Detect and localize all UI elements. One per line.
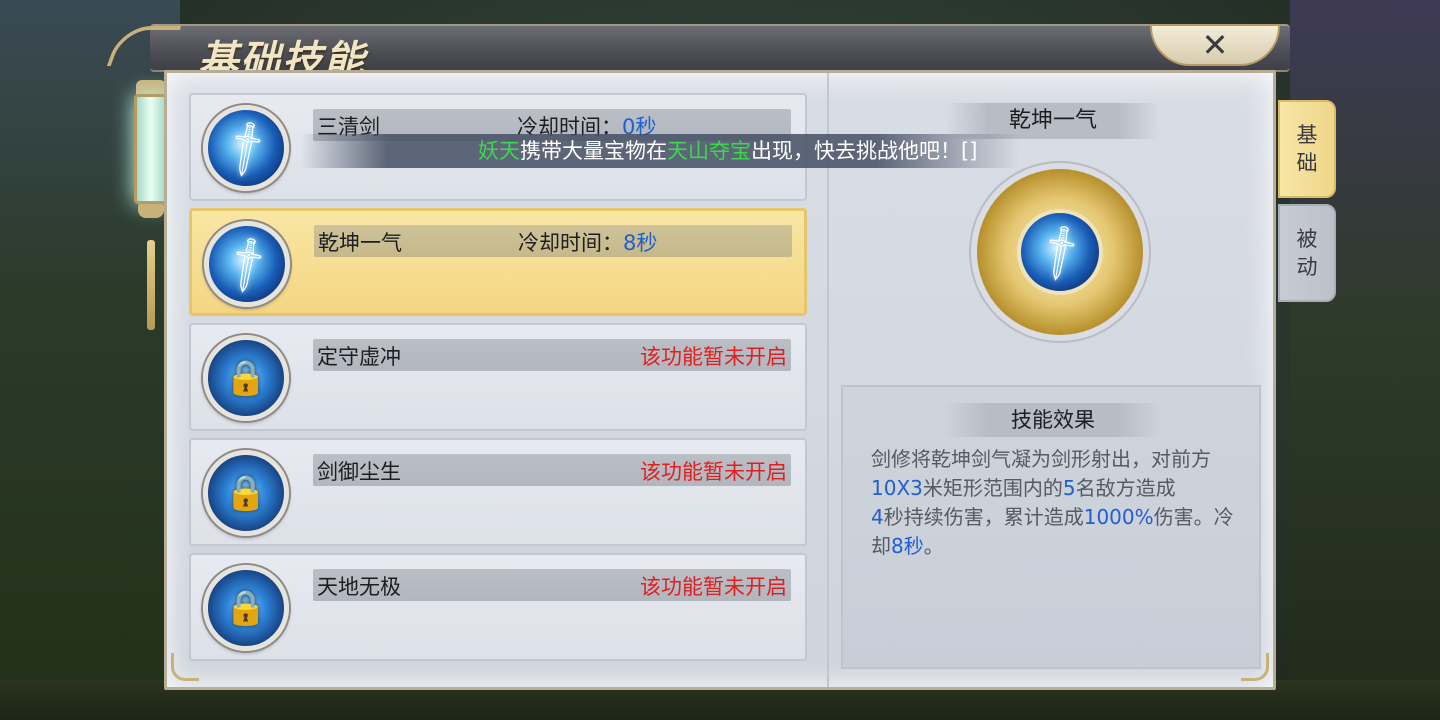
effect-title: 技能效果 [945,403,1161,437]
effect-description: 剑修将乾坤剑气凝为剑形射出，对前方 10X3米矩形范围内的5名敌方造成 4秒持续伤害… [871,445,1247,561]
effect-highlight: 1000% [1083,505,1154,529]
locked-status: 该功能暂未开启 [640,575,787,599]
effect-text-segment: 秒持续伤害，累计造成 [883,505,1084,529]
skill-info-bar: 天地无极 该功能暂未开启 [313,569,791,601]
skill-name: 剑御尘生 [317,460,401,484]
sword-icon: 🗡 [204,221,290,307]
tab-label: 被 [1296,227,1318,251]
notice-boss-name: 妖天 [478,139,520,163]
skill-medal-icon: 🗡 [977,169,1143,335]
effect-highlight: 8秒 [891,534,924,558]
tab-basic[interactable]: 基 础 [1278,100,1336,198]
skill-info-bar: 定守虚冲 该功能暂未开启 [313,339,791,371]
locked-status: 该功能暂未开启 [640,460,787,484]
tab-passive[interactable]: 被 动 [1278,204,1336,302]
skill-info-bar: 乾坤一气 冷却时间：8秒 [314,225,792,257]
skill-card-qiankunyiqi[interactable]: 🗡 乾坤一气 冷却时间：8秒 [189,208,807,316]
skill-effect-box: 技能效果 剑修将乾坤剑气凝为剑形射出，对前方 10X3米矩形范围内的5名敌方造成 4… [841,385,1261,669]
skill-info-bar: 剑御尘生 该功能暂未开启 [313,454,791,486]
world-notice-banner: 妖天携带大量宝物在天山夺宝出现，快去挑战他吧！[] [300,134,1020,168]
close-icon: ✕ [1201,26,1229,64]
effect-text-segment: 米矩形范围内的 [922,476,1063,500]
tab-label: 础 [1296,151,1318,175]
skill-name: 乾坤一气 [318,231,402,255]
effect-text-segment: 剑修将乾坤剑气凝为剑形射出，对前方 [871,447,1211,471]
tab-label: 动 [1296,255,1318,279]
notice-text: 携带大量宝物在 [520,139,667,163]
notice-location-link[interactable]: 天山夺宝 [667,139,751,163]
lock-chain-icon: 🔒 [203,335,289,421]
cooldown-text: 冷却时间：8秒 [518,227,657,257]
sword-icon: 🗡 [1017,209,1103,295]
tab-label: 基 [1296,123,1318,147]
cooldown-value: 8秒 [623,231,658,255]
effect-highlight: 10X3 [871,476,923,500]
effect-text-segment: 名敌方造成 [1075,476,1176,500]
effect-highlight: 4 [871,505,884,529]
skill-window: 基础技能 ✕ 🗡 三清剑 冷却时间：0秒 🗡 乾坤一气 冷却时间：8秒 🔒 定守… [106,24,1336,694]
skill-name: 天地无极 [317,575,401,599]
skill-card-tiandiwuji[interactable]: 🔒 天地无极 该功能暂未开启 [189,553,807,661]
notice-text: 出现，快去挑战他吧！[] [751,139,978,163]
lock-chain-icon: 🔒 [203,450,289,536]
skill-name: 定守虚冲 [317,345,401,369]
lock-chain-icon: 🔒 [203,565,289,651]
skill-card-dingshouxuchong[interactable]: 🔒 定守虚冲 该功能暂未开启 [189,323,807,431]
window-header: 基础技能 [106,24,1290,84]
cooldown-label: 冷却时间： [518,231,623,255]
sword-icon: 🗡 [203,105,289,191]
locked-status: 该功能暂未开启 [640,345,787,369]
skill-card-jianyuchensheng[interactable]: 🔒 剑御尘生 该功能暂未开启 [189,438,807,546]
effect-text-segment: 。 [923,534,944,558]
skill-list: 🗡 三清剑 冷却时间：0秒 🗡 乾坤一气 冷却时间：8秒 🔒 定守虚冲 该功能暂… [189,93,807,668]
effect-highlight: 5 [1062,476,1076,500]
close-button[interactable]: ✕ [1150,24,1280,66]
